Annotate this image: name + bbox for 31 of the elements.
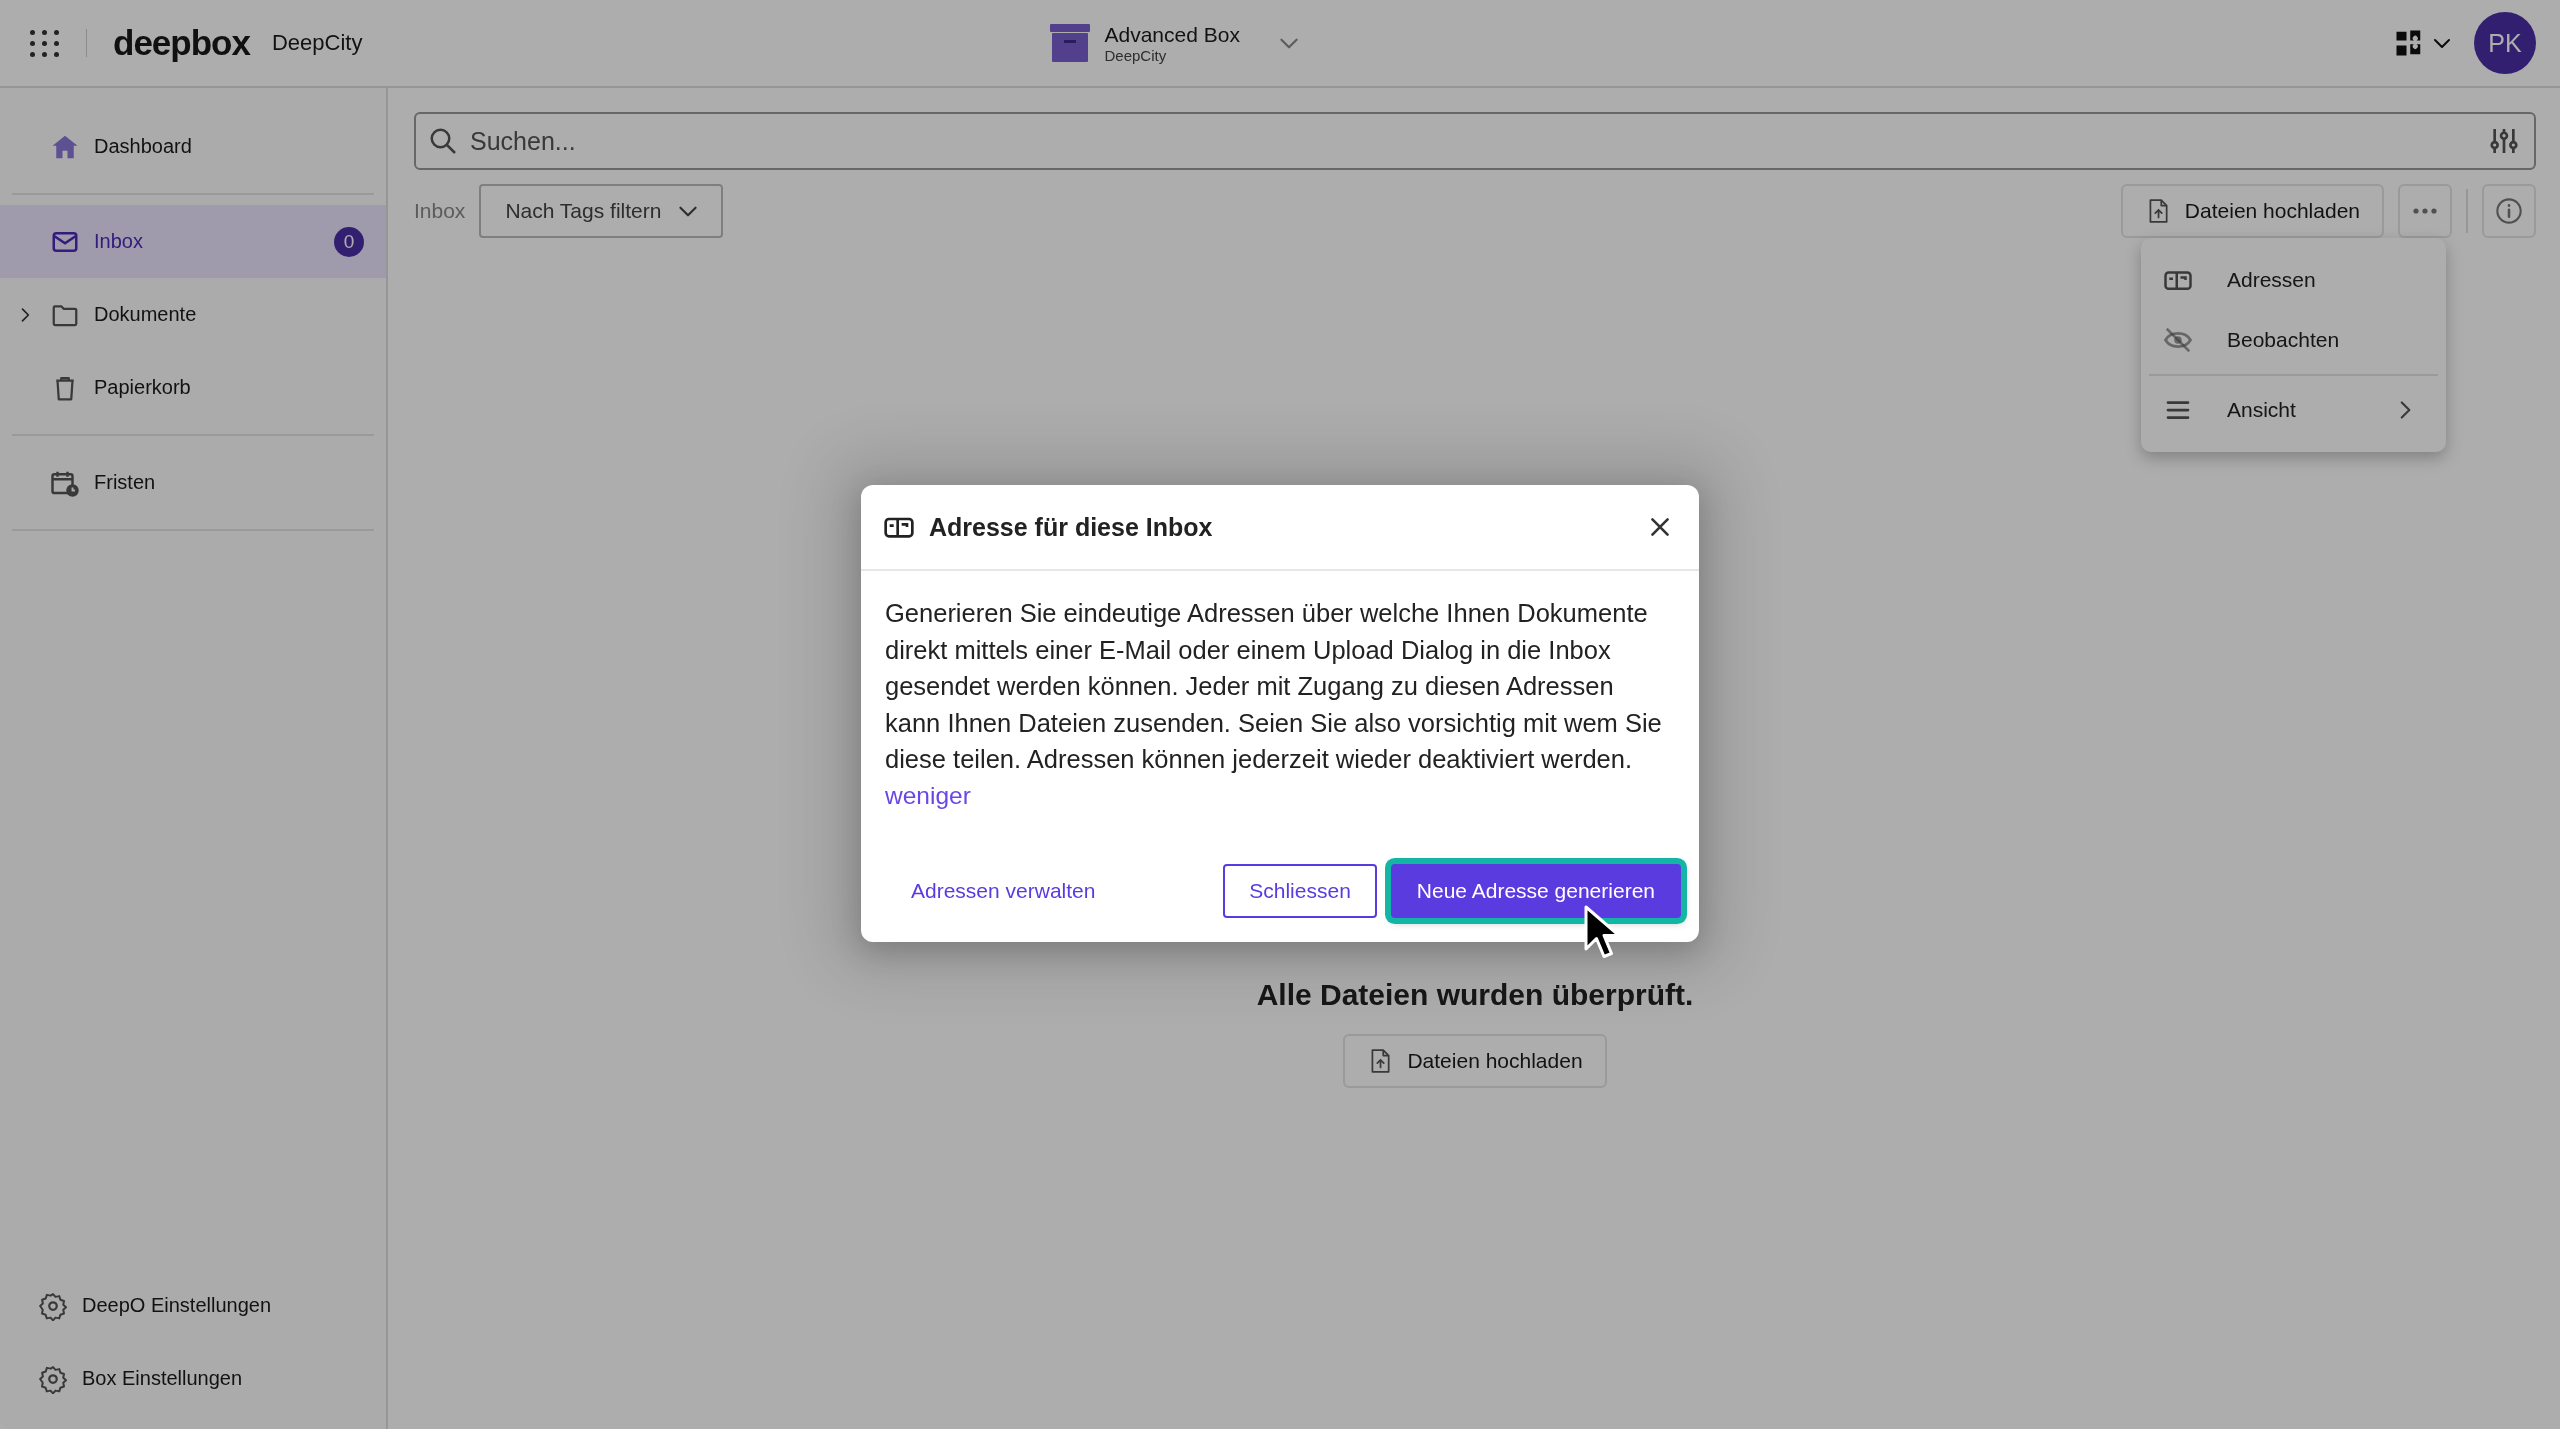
count-badge: 0: [334, 226, 364, 257]
menu-item[interactable]: Beobachten: [2149, 310, 2438, 370]
empty-state-title: Alle Dateien wurden überprüft.: [1256, 978, 1694, 1012]
settings-icon: [38, 1363, 68, 1394]
show-less-link[interactable]: weniger: [885, 777, 971, 814]
sidebar-item[interactable]: Fristen: [0, 446, 386, 519]
more-icon: [2412, 207, 2438, 215]
sidebar-item[interactable]: Inbox 0: [0, 205, 386, 278]
sidebar-item[interactable]: Papierkorb: [0, 351, 386, 424]
menu-item[interactable]: Ansicht: [2149, 380, 2438, 440]
dialog-button[interactable]: Schliessen: [1223, 864, 1377, 918]
upload-button[interactable]: Dateien hochladen: [2120, 184, 2384, 238]
dialog-text: Generieren Sie eindeutige Adressen über welche Ihnen Dokumente direkt mittels einer E-Mail oder einem Upload Dialog in die Inbox gesendet werden können. Jeder mit Zugang zu diesen Adressen kann Ihnen Dateien zusenden. Seien Sie also vorsichtig mit wem Sie diese teilen. Adressen können jederzeit wieder deaktiviert werden.: [885, 598, 1663, 775]
sidebar-item[interactable]: Dokumente: [0, 278, 386, 351]
menu-item[interactable]: Adressen: [2149, 250, 2438, 310]
sidebar-item[interactable]: Box Einstellungen: [0, 1342, 398, 1415]
info-icon: [2495, 197, 2523, 225]
box-icon: [1050, 24, 1091, 62]
logo: deepbox: [113, 23, 250, 63]
box-selector[interactable]: Advanced Box DeepCity: [1040, 16, 1312, 70]
dialog-title: Adresse für diese Inbox: [929, 512, 1213, 542]
info-button[interactable]: [2482, 184, 2536, 238]
search-icon: [428, 126, 458, 156]
user-avatar[interactable]: PK: [2474, 12, 2536, 74]
upload-button[interactable]: Dateien hochladen: [1343, 1034, 1607, 1088]
sidebar-item[interactable]: Dashboard: [0, 110, 386, 183]
sidebar-item[interactable]: DeepO Einstellungen: [0, 1269, 398, 1342]
search-field[interactable]: Suchen...: [414, 112, 2536, 170]
tag-filter-dropdown[interactable]: Nach Tags filtern: [479, 184, 724, 238]
organization-name: DeepCity: [271, 30, 363, 56]
settings-icon: [38, 1290, 68, 1321]
